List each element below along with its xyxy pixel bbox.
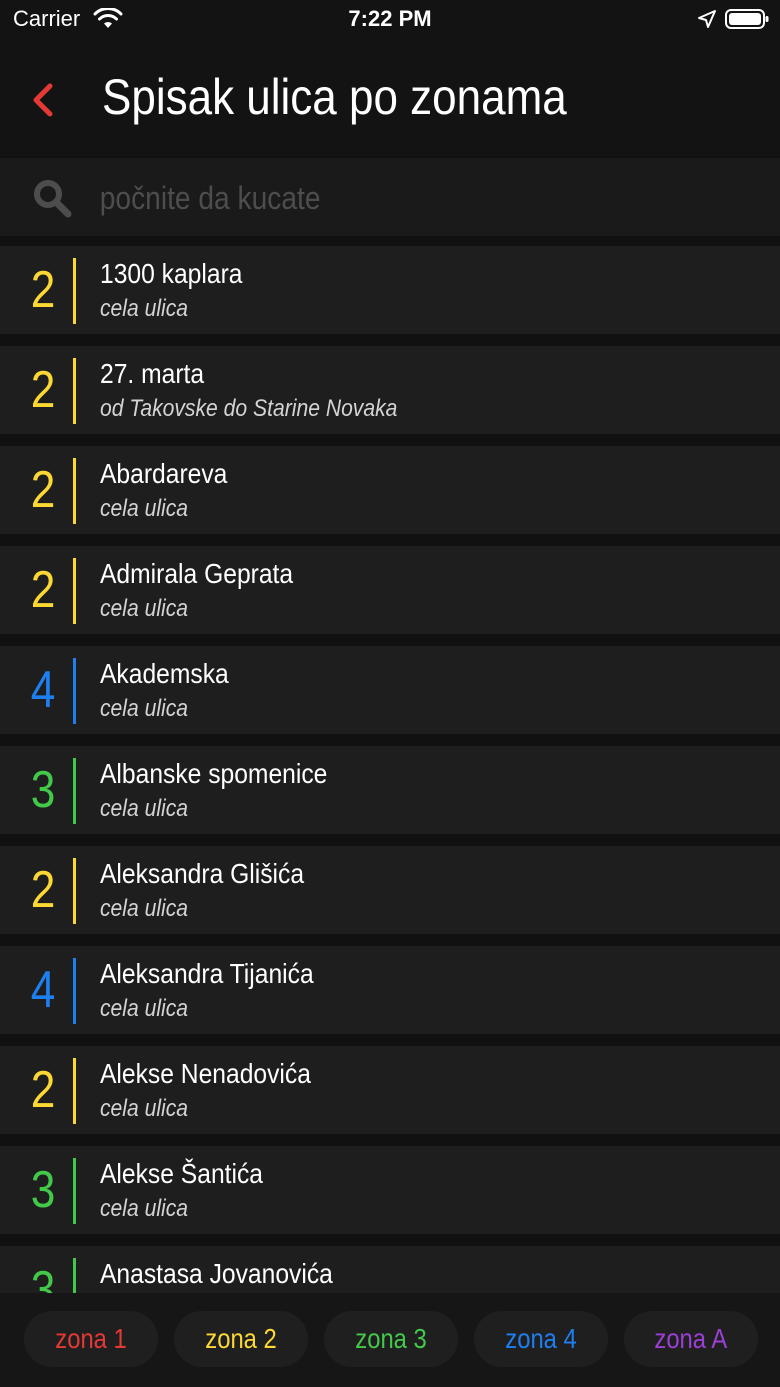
street-name: Akademska — [100, 658, 229, 689]
zone-number: 2 — [30, 561, 56, 619]
street-row[interactable]: 2 Alekse Nenadovića cela ulica — [0, 1046, 780, 1134]
zone-tab-label: zona 2 — [205, 1323, 277, 1354]
street-name: Anastasa Jovanovića — [100, 1258, 333, 1289]
zone-tab-label: zona 1 — [55, 1323, 127, 1354]
street-row[interactable]: 2 Aleksandra Glišića cela ulica — [0, 846, 780, 934]
street-name: Alekse Šantića — [100, 1158, 263, 1189]
location-arrow-icon — [698, 10, 716, 28]
street-extent: cela ulica — [100, 595, 189, 622]
zone-divider — [73, 858, 76, 924]
street-extent: cela ulica — [100, 1095, 189, 1122]
zone-tab-label: zona 4 — [505, 1323, 577, 1354]
street-extent: cela ulica — [100, 295, 189, 322]
status-bar: Carrier 7:22 PM — [0, 0, 780, 40]
zone-number: 3 — [30, 761, 56, 819]
street-row[interactable]: 3 Albanske spomenice cela ulica — [0, 746, 780, 834]
zone-divider — [73, 1258, 76, 1293]
street-extent: cela ulica — [100, 1195, 189, 1222]
street-extent: cela ulica — [100, 695, 189, 722]
zone-filter-bar: zona 1 zona 2 zona 3 zona 4 zona A — [0, 1293, 780, 1387]
zone-divider — [73, 1158, 76, 1224]
zone-number: 3 — [30, 1161, 56, 1219]
zone-divider — [73, 458, 76, 524]
street-name: Aleksandra Glišića — [100, 858, 305, 889]
street-row[interactable]: 4 Akademska cela ulica — [0, 646, 780, 734]
battery-icon — [725, 9, 769, 29]
zone-divider — [73, 658, 76, 724]
zone-divider — [73, 1058, 76, 1124]
street-name: Abardareva — [100, 458, 228, 489]
back-button[interactable] — [28, 80, 58, 120]
zone-number: 4 — [30, 661, 56, 719]
chevron-left-icon — [33, 83, 53, 117]
street-name: 1300 kaplara — [100, 258, 243, 289]
zone-number: 2 — [30, 861, 56, 919]
zone-number: 2 — [30, 1061, 56, 1119]
page-title: Spisak ulica po zonama — [102, 69, 567, 125]
zone-tab-2[interactable]: zona 2 — [174, 1311, 308, 1367]
street-name: Admirala Geprata — [100, 558, 294, 589]
zone-tab-4[interactable]: zona 4 — [474, 1311, 608, 1367]
street-row[interactable]: 2 Abardareva cela ulica — [0, 446, 780, 534]
street-name: Alekse Nenadovića — [100, 1058, 311, 1089]
zone-divider — [73, 358, 76, 424]
search-input[interactable] — [98, 176, 665, 220]
search-icon — [34, 180, 72, 218]
zone-tab-label: zona 3 — [355, 1323, 427, 1354]
zone-divider — [73, 558, 76, 624]
street-row[interactable]: 2 27. marta od Takovske do Starine Novaka — [0, 346, 780, 434]
search-bar — [0, 158, 780, 236]
navigation-bar: Spisak ulica po zonama — [0, 40, 780, 156]
zone-tab-5[interactable]: zona A — [624, 1311, 758, 1367]
street-list[interactable]: 2 1300 kaplara cela ulica 2 27. marta od Tako… — [0, 246, 780, 1293]
street-extent: cela ulica — [100, 495, 189, 522]
street-extent: cela ulica — [100, 895, 189, 922]
zone-number: 4 — [30, 961, 56, 1019]
street-name: 27. marta — [100, 358, 205, 389]
street-extent: cela ulica — [100, 995, 189, 1022]
clock: 7:22 PM — [348, 6, 432, 31]
zone-divider — [73, 258, 76, 324]
street-name: Albanske spomenice — [100, 758, 328, 789]
zone-divider — [73, 758, 76, 824]
zone-number: 3 — [30, 1261, 56, 1293]
zone-divider — [73, 958, 76, 1024]
street-name: Aleksandra Tijanića — [100, 958, 314, 989]
zone-tab-3[interactable]: zona 3 — [324, 1311, 458, 1367]
zone-tab-1[interactable]: zona 1 — [24, 1311, 158, 1367]
street-row[interactable]: 3 Anastasa Jovanovića — [0, 1246, 780, 1293]
zone-number: 2 — [30, 261, 56, 319]
zone-number: 2 — [30, 461, 56, 519]
street-extent: od Takovske do Starine Novaka — [100, 395, 398, 422]
street-extent: cela ulica — [100, 795, 189, 822]
zone-tab-label: zona A — [654, 1323, 728, 1354]
street-row[interactable]: 3 Alekse Šantića cela ulica — [0, 1146, 780, 1234]
zone-number: 2 — [30, 361, 56, 419]
street-row[interactable]: 2 1300 kaplara cela ulica — [0, 246, 780, 334]
street-row[interactable]: 4 Aleksandra Tijanića cela ulica — [0, 946, 780, 1034]
street-row[interactable]: 2 Admirala Geprata cela ulica — [0, 546, 780, 634]
